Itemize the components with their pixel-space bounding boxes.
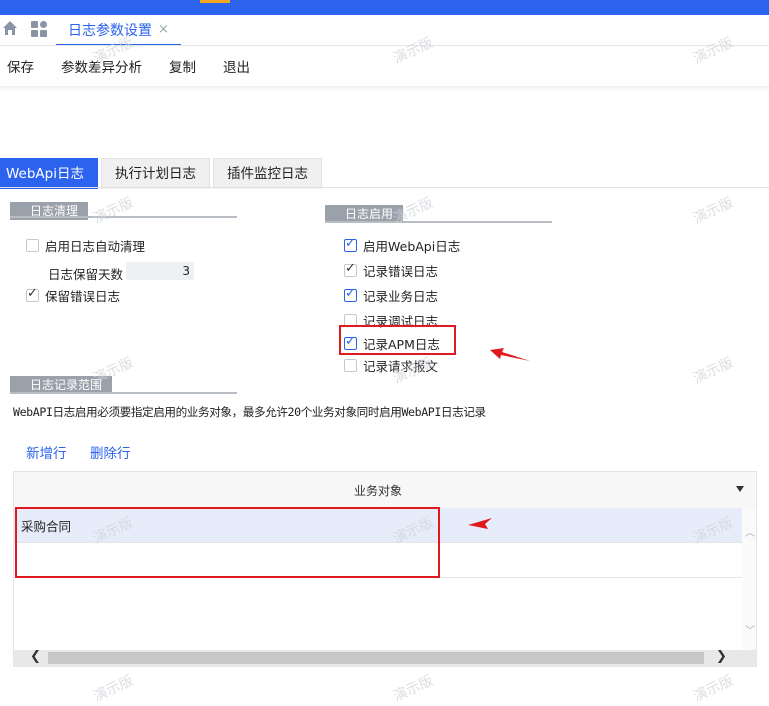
apps-icon[interactable] (30, 20, 48, 38)
filter-icon[interactable] (736, 486, 744, 492)
enable-group-line (325, 221, 552, 223)
record-business-checkbox[interactable] (344, 286, 357, 302)
watermark: 演示版 (391, 672, 436, 706)
scope-description: WebAPI日志启用必须要指定启用的业务对象，最多允许20个业务对象同时启用We… (13, 405, 486, 419)
enable-webapi-option[interactable]: 启用WebApi日志 (344, 236, 460, 255)
watermark: 演示版 (91, 672, 136, 706)
scroll-up-icon[interactable]: ︿ (745, 524, 755, 539)
retain-days-label: 日志保留天数 (48, 267, 124, 282)
retain-days-input[interactable]: 3 (126, 262, 194, 280)
enable-webapi-label: 启用WebApi日志 (363, 239, 461, 254)
record-error-option[interactable]: 记录错误日志 (344, 261, 438, 280)
record-error-label: 记录错误日志 (363, 264, 439, 279)
tab-exec-plan-log[interactable]: 执行计划日志 (101, 158, 210, 189)
top-header: 日志参数设置 × (0, 0, 769, 46)
toolbar-shadow (0, 86, 769, 92)
add-row-button[interactable]: 新增行 (26, 442, 67, 462)
annotation-box-apm (339, 325, 456, 355)
tab-log-settings-label: 日志参数设置 (68, 22, 152, 39)
keep-error-checkbox[interactable] (26, 286, 39, 302)
record-error-checkbox[interactable] (344, 261, 357, 277)
tab-log-settings[interactable]: 日志参数设置 × (56, 15, 181, 46)
annotation-arrow-icon (468, 518, 492, 529)
toolbar: 保存 参数差异分析 复制 退出 (0, 48, 270, 84)
record-request-option[interactable]: 记录请求报文 (344, 356, 438, 375)
param-diff-button[interactable]: 参数差异分析 (61, 56, 142, 76)
enable-webapi-checkbox[interactable] (344, 236, 357, 252)
save-button[interactable]: 保存 (7, 56, 34, 76)
auto-clean-checkbox[interactable] (26, 239, 39, 252)
top-blue-strip (0, 0, 769, 15)
scroll-right-icon[interactable]: ❯ (716, 649, 727, 664)
record-request-checkbox[interactable] (344, 359, 357, 372)
grid-header: 业务对象 (14, 472, 756, 509)
scroll-down-icon[interactable]: ﹀ (745, 622, 755, 637)
divider (0, 45, 769, 46)
keep-error-option[interactable]: 保留错误日志 (26, 286, 120, 305)
tab-webapi-log[interactable]: WebApi日志 (0, 158, 98, 189)
top-accent-bar (200, 0, 230, 3)
watermark: 演示版 (691, 354, 736, 388)
exit-button[interactable]: 退出 (223, 56, 250, 76)
record-request-label: 记录请求报文 (363, 359, 439, 374)
delete-row-button[interactable]: 删除行 (90, 442, 131, 462)
scrollbar-thumb[interactable] (48, 652, 704, 664)
scroll-left-icon[interactable]: ❮ (30, 649, 41, 664)
annotation-arrow-icon (490, 348, 530, 361)
auto-clean-option[interactable]: 启用日志自动清理 (26, 236, 145, 255)
record-business-option[interactable]: 记录业务日志 (344, 286, 438, 305)
horizontal-scrollbar[interactable]: ❮ ❯ (14, 649, 756, 666)
scope-group-line (10, 392, 237, 394)
watermark: 演示版 (91, 194, 136, 228)
watermark: 演示版 (691, 672, 736, 706)
tab-plugin-monitor-log[interactable]: 插件监控日志 (213, 158, 322, 189)
copy-button[interactable]: 复制 (169, 56, 196, 76)
cleanup-group-line (10, 216, 237, 218)
vertical-scrollbar[interactable]: ︿ ﹀ (742, 508, 756, 650)
keep-error-label: 保留错误日志 (45, 289, 121, 304)
record-business-label: 记录业务日志 (363, 289, 439, 304)
watermark: 演示版 (691, 194, 736, 228)
tab-strip: WebApi日志 执行计划日志 插件监控日志 (0, 158, 325, 189)
column-header-business-object[interactable]: 业务对象 (14, 482, 742, 499)
tabs-divider (0, 187, 769, 188)
home-icon[interactable] (2, 20, 18, 36)
close-icon[interactable]: × (158, 22, 169, 37)
annotation-box-row (15, 507, 440, 578)
auto-clean-label: 启用日志自动清理 (45, 239, 146, 254)
